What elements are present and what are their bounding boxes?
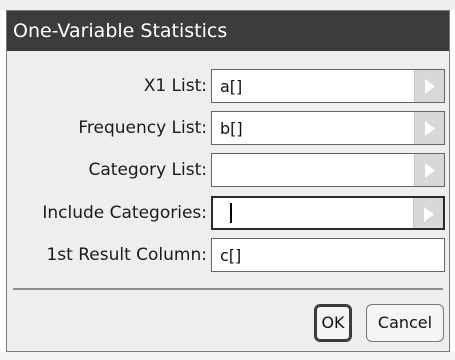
result-column-input[interactable]: c[] [211, 238, 445, 272]
dropdown-arrow-icon[interactable] [414, 154, 444, 186]
divider [13, 288, 443, 290]
one-variable-statistics-dialog: One-Variable Statistics X1 List: a[] Fre… [6, 10, 450, 352]
category-list-label: Category List: [88, 160, 207, 180]
dropdown-arrow-icon[interactable] [414, 70, 444, 102]
include-categories-label: Include Categories: [42, 203, 207, 223]
frequency-list-dropdown[interactable]: b[] [211, 111, 445, 145]
dialog-title: One-Variable Statistics [7, 11, 449, 51]
x1-list-row: X1 List: a[] [7, 69, 449, 103]
cancel-button[interactable]: Cancel [366, 304, 444, 342]
frequency-list-label: Frequency List: [78, 118, 207, 138]
result-column-row: 1st Result Column: c[] [7, 238, 449, 272]
result-column-label: 1st Result Column: [46, 245, 207, 265]
x1-list-value: a[] [220, 77, 243, 96]
background-area-top [0, 0, 455, 10]
x1-list-dropdown[interactable]: a[] [211, 69, 445, 103]
background-area-bottom [0, 352, 455, 360]
dropdown-arrow-icon[interactable] [413, 198, 443, 228]
text-cursor [230, 203, 232, 223]
frequency-list-row: Frequency List: b[] [7, 111, 449, 145]
dropdown-arrow-icon[interactable] [414, 112, 444, 144]
frequency-list-value: b[] [220, 119, 243, 138]
result-column-value: c[] [220, 246, 242, 265]
category-list-row: Category List: [7, 153, 449, 187]
category-list-dropdown[interactable] [211, 153, 445, 187]
x1-list-label: X1 List: [143, 76, 207, 96]
include-categories-dropdown[interactable] [211, 196, 445, 230]
ok-button[interactable]: OK [314, 304, 352, 342]
include-categories-row: Include Categories: [7, 196, 449, 230]
